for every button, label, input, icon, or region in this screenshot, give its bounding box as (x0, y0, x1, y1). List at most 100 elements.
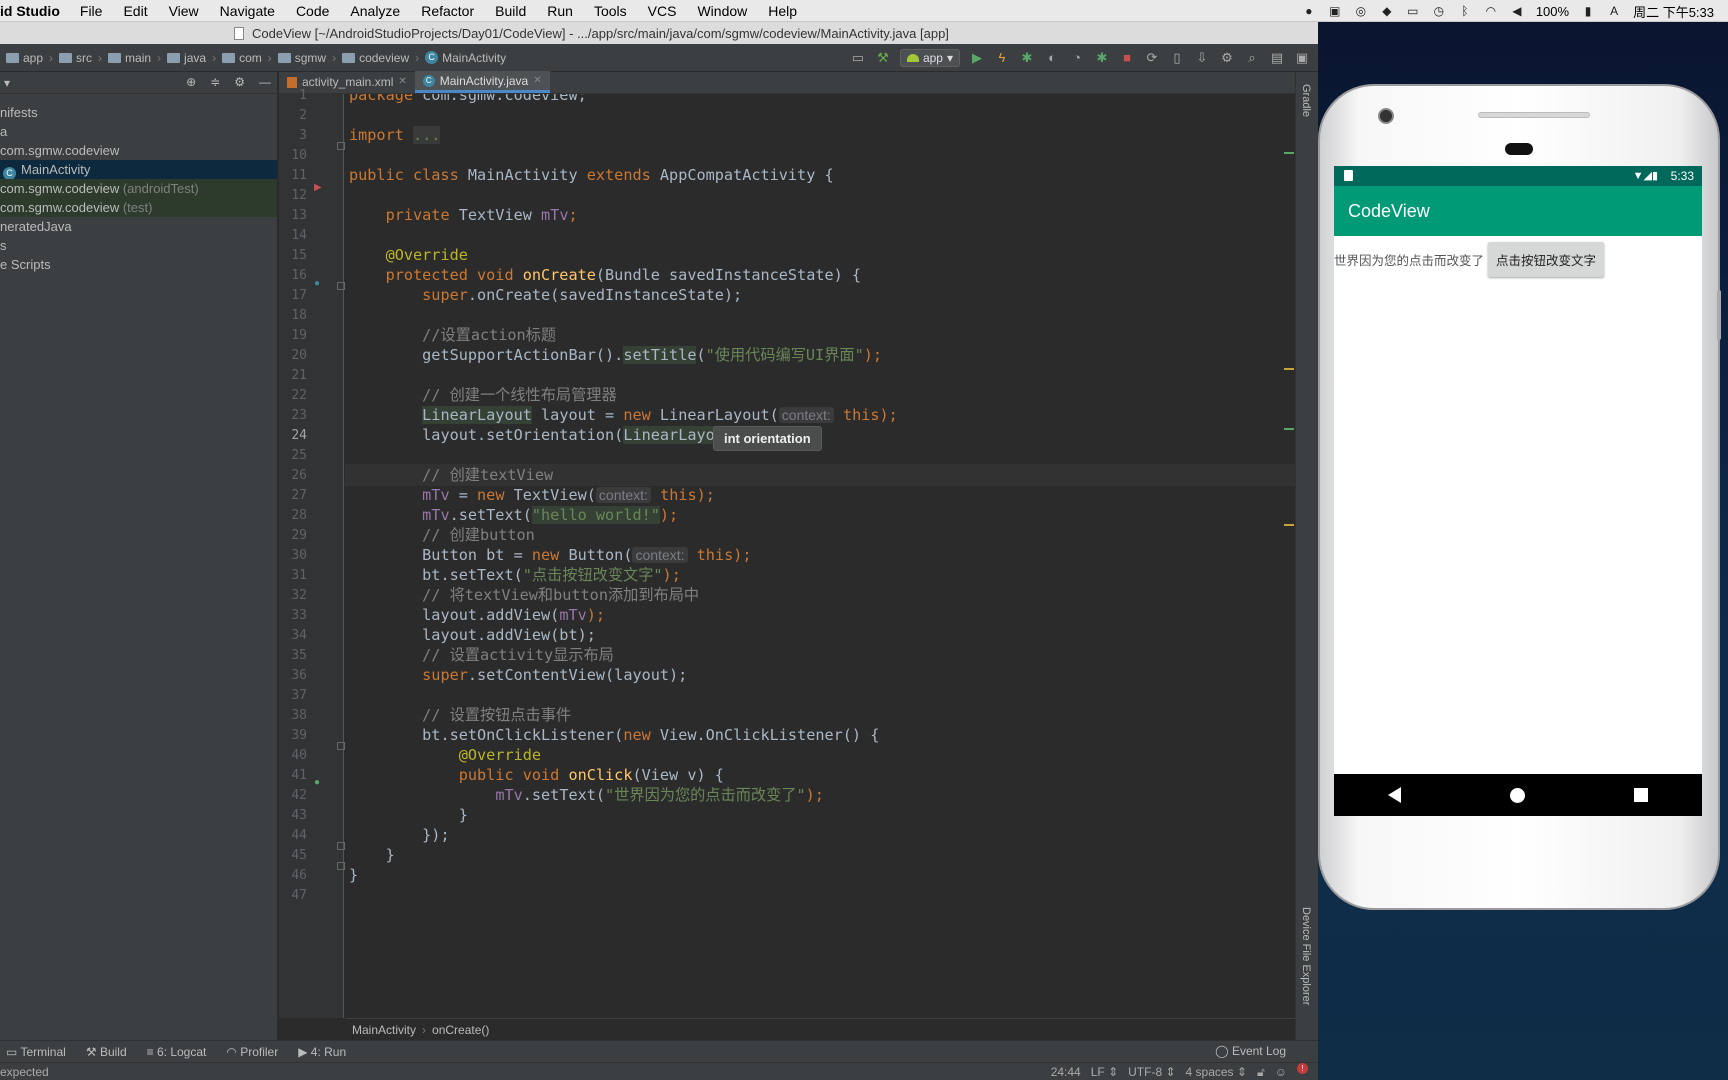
qq-icon[interactable]: ● (1302, 4, 1316, 18)
menu-refactor[interactable]: Refactor (421, 3, 474, 19)
phone-side-button[interactable] (1717, 290, 1721, 340)
tab-mainactivity-java[interactable]: C MainActivity.java ✕ (414, 70, 550, 93)
input-method-icon[interactable]: A (1607, 4, 1621, 18)
line-separator[interactable]: LF ⇕ (1091, 1063, 1118, 1080)
fold-marker[interactable] (337, 282, 345, 290)
apply-changes-icon[interactable]: ϟ (994, 50, 1010, 66)
back-icon[interactable] (1388, 787, 1402, 803)
project-structure-icon[interactable]: ⚙ (1219, 50, 1235, 66)
code-editor[interactable]: package com.sgmw.codeview; import ... pu… (345, 94, 1295, 1018)
close-icon[interactable]: ✕ (533, 70, 541, 92)
menu-build[interactable]: Build (495, 3, 526, 19)
sync-gradle-icon[interactable]: ⟳ (1144, 50, 1160, 66)
tree-item-package-main[interactable]: com.sgmw.codeview (0, 141, 277, 160)
locate-icon[interactable]: ⊕ (186, 75, 196, 89)
menu-code[interactable]: Code (296, 3, 329, 19)
crumb-sgmw[interactable]: sgmw › (277, 51, 336, 65)
crumb-java[interactable]: java › (167, 51, 216, 65)
caret-position[interactable]: 24:44 (1051, 1063, 1081, 1080)
tree-item-gradle-scripts[interactable]: e Scripts (0, 255, 277, 274)
debug-icon[interactable]: ✱ (1019, 50, 1035, 66)
menu-tools[interactable]: Tools (594, 3, 627, 19)
crumb-mainactivity[interactable]: C MainActivity (425, 51, 506, 65)
volume-icon[interactable]: ◀ (1510, 4, 1524, 18)
clock[interactable]: 周二 下午5:33 (1633, 2, 1714, 21)
device-file-explorer-tool-button[interactable]: Device File Explorer (1300, 907, 1312, 1005)
logcat-tool-button[interactable]: ≡ 6: Logcat (147, 1045, 207, 1059)
fold-marker[interactable] (337, 142, 345, 150)
tree-item-package-androidtest[interactable]: com.sgmw.codeview (androidTest) (0, 179, 277, 198)
bluetooth-icon[interactable]: ᛒ (1458, 4, 1472, 18)
wechat-icon[interactable]: ◆ (1380, 4, 1394, 18)
profile-icon[interactable]: ◔ (1069, 50, 1085, 66)
breadcrumb-class[interactable]: MainActivity (352, 1023, 416, 1037)
fold-marker[interactable] (337, 842, 345, 850)
terminal-tool-button[interactable]: ▭ Terminal (6, 1045, 66, 1059)
fold-marker[interactable] (337, 742, 345, 750)
tree-item-manifests[interactable]: nifests (0, 103, 277, 122)
search-icon[interactable]: ⌕ (1244, 50, 1260, 66)
menu-edit[interactable]: Edit (123, 3, 147, 19)
change-text-button[interactable]: 点击按钮改变文字 (1488, 242, 1605, 277)
crumb-app[interactable]: app › (6, 51, 53, 65)
battery-percent[interactable]: 100% (1536, 4, 1569, 19)
scroll-marker[interactable] (1284, 368, 1294, 370)
scroll-marker[interactable] (1284, 152, 1294, 154)
emulator-screen[interactable]: ▼◢▮ 5:33 CodeView 世界因为您的点击而改变了 点击按钮改变文字 (1334, 166, 1702, 816)
home-icon[interactable] (1509, 787, 1525, 803)
airplay-icon[interactable]: ▭ (1406, 4, 1420, 18)
app-menu[interactable]: id Studio (0, 3, 60, 19)
hector-icon[interactable]: ☺ (1275, 1063, 1287, 1080)
menu-view[interactable]: View (169, 3, 199, 19)
override-gutter-icon[interactable]: ● (314, 278, 320, 289)
menu-analyze[interactable]: Analyze (350, 3, 400, 19)
run-config-dropdown[interactable]: app ▾ (899, 49, 960, 67)
lock-icon[interactable]: 🔓︎ (1257, 1063, 1265, 1080)
wifi-icon[interactable]: ◠ (1484, 4, 1498, 18)
coverage-icon[interactable]: ◐ (1044, 50, 1060, 66)
time-machine-icon[interactable]: ◷ (1432, 4, 1446, 18)
stop-icon[interactable]: ■ (1119, 50, 1135, 66)
scroll-marker[interactable] (1284, 428, 1294, 430)
breadcrumb-method[interactable]: onCreate() (432, 1023, 489, 1037)
menu-navigate[interactable]: Navigate (220, 3, 275, 19)
event-log-button[interactable]: ◯ Event Log (1215, 1044, 1286, 1058)
avd-manager-icon[interactable]: ▯ (1169, 50, 1185, 66)
indent-setting[interactable]: 4 spaces ⇕ (1186, 1063, 1247, 1080)
attach-debugger-icon[interactable]: ✱ (1094, 50, 1110, 66)
sdk-manager-icon[interactable]: ⇩ (1194, 50, 1210, 66)
menu-file[interactable]: File (80, 3, 103, 19)
run-icon[interactable]: ▶ (969, 50, 985, 66)
fold-marker[interactable] (337, 862, 345, 870)
run-gutter-icon[interactable]: ▶ (314, 182, 322, 193)
menu-help[interactable]: Help (768, 3, 797, 19)
presentation-icon[interactable]: ▣ (1294, 50, 1310, 66)
menu-vcs[interactable]: VCS (648, 3, 677, 19)
close-icon[interactable]: ✕ (398, 71, 406, 93)
error-indicator-icon[interactable]: ! (1297, 1063, 1308, 1074)
select-run-target-icon[interactable]: ▭ (850, 50, 866, 66)
run-tool-button[interactable]: ▶ 4: Run (298, 1045, 346, 1059)
profiler-tool-button[interactable]: ◠ Profiler (226, 1045, 278, 1059)
layout-icon[interactable]: ▤ (1269, 50, 1285, 66)
scroll-marker[interactable] (1284, 524, 1294, 526)
tree-item-package-test[interactable]: com.sgmw.codeview (test) (0, 198, 277, 217)
file-encoding[interactable]: UTF-8 ⇕ (1128, 1063, 1175, 1080)
camera-icon[interactable]: ▣ (1328, 4, 1342, 18)
battery-icon[interactable]: ▮ (1581, 4, 1595, 18)
crumb-main[interactable]: main › (108, 51, 161, 65)
crumb-com[interactable]: com › (222, 51, 272, 65)
minimize-icon[interactable]: — (259, 75, 271, 89)
gradle-tool-button[interactable]: Gradle (1300, 84, 1312, 117)
tree-item-res[interactable]: s (0, 236, 277, 255)
chevron-down-icon[interactable]: ▾ (4, 76, 10, 90)
collapse-icon[interactable]: ≑ (210, 75, 220, 89)
tree-item-java[interactable]: a (0, 122, 277, 141)
menu-run[interactable]: Run (547, 3, 573, 19)
make-project-icon[interactable]: ⚒ (875, 50, 891, 66)
gear-icon[interactable]: ⚙ (234, 75, 245, 89)
crumb-codeview[interactable]: codeview › (342, 51, 419, 65)
implement-gutter-icon[interactable]: ● (314, 777, 320, 788)
tree-item-mainactivity[interactable]: C MainActivity (0, 160, 277, 180)
build-tool-button[interactable]: ⚒ Build (86, 1045, 127, 1059)
